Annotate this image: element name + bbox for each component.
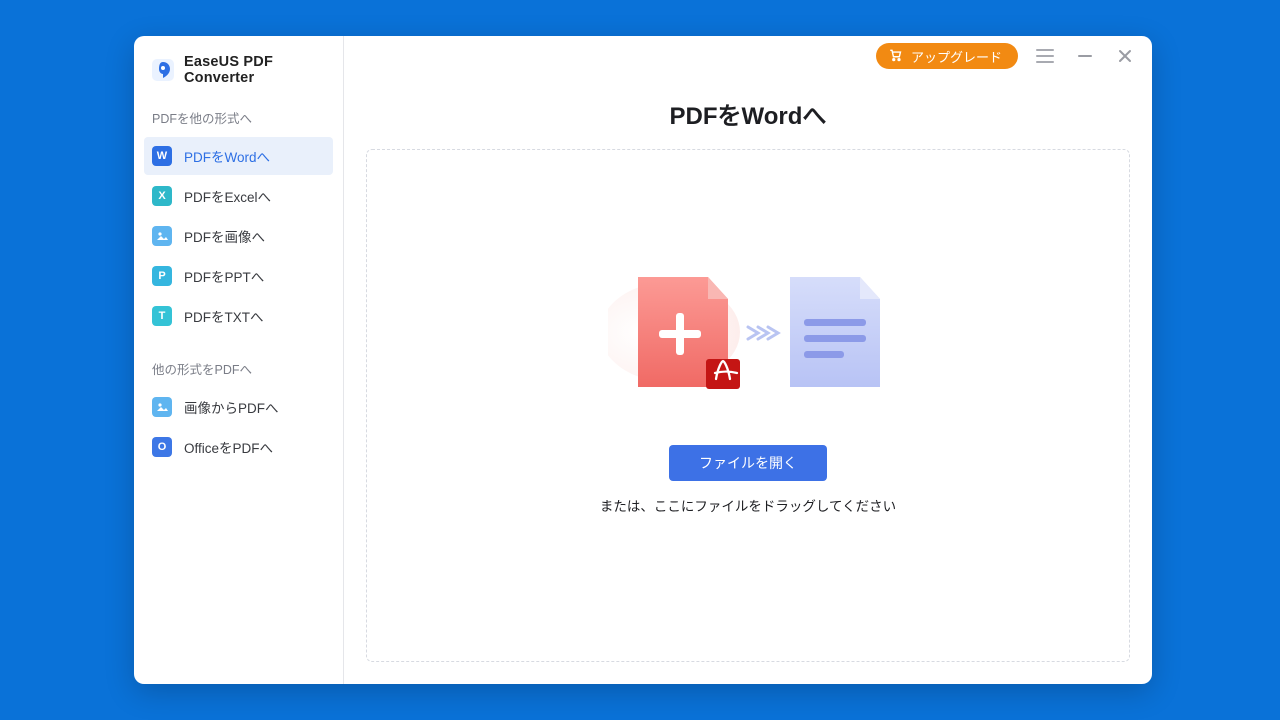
drop-zone[interactable]: ファイルを開く または、ここにファイルをドラッグしてください	[366, 149, 1130, 662]
sidebar-item-label: PDFを画像へ	[184, 226, 265, 246]
sidebar-item-pdf-to-image[interactable]: PDFを画像へ	[144, 217, 333, 255]
app-title: EaseUS PDF Converter	[184, 54, 325, 86]
sidebar-item-label: OfficeをPDFへ	[184, 437, 273, 457]
app-window: EaseUS PDF Converter PDFを他の形式へ W PDFをWor…	[134, 36, 1152, 684]
upgrade-label: アップグレード	[911, 47, 1002, 66]
cart-icon	[888, 48, 903, 65]
page-title: PDFをWordへ	[344, 96, 1152, 131]
sidebar-item-label: PDFをPPTへ	[184, 266, 264, 286]
main-area: アップグレード PDFをWordへ	[344, 36, 1152, 684]
image-icon	[152, 397, 172, 417]
office-icon: O	[152, 437, 172, 457]
minimize-button[interactable]	[1072, 43, 1098, 69]
sidebar-list-1: W PDFをWordへ X PDFをExcelへ PDFを画像へ P PDFをP…	[134, 137, 343, 335]
sidebar-item-pdf-to-txt[interactable]: T PDFをTXTへ	[144, 297, 333, 335]
titlebar: アップグレード	[344, 36, 1152, 76]
hamburger-menu-button[interactable]	[1032, 43, 1058, 69]
sidebar-section-2-header: 他の形式をPDFへ	[134, 351, 343, 388]
sidebar-item-pdf-to-word[interactable]: W PDFをWordへ	[144, 137, 333, 175]
app-logo-icon	[152, 59, 174, 81]
sidebar-item-pdf-to-excel[interactable]: X PDFをExcelへ	[144, 177, 333, 215]
sidebar-item-office-to-pdf[interactable]: O OfficeをPDFへ	[144, 428, 333, 466]
ppt-icon: P	[152, 266, 172, 286]
drop-hint-text: または、ここにファイルをドラッグしてください	[600, 495, 896, 515]
sidebar-item-label: PDFをWordへ	[184, 146, 270, 166]
word-icon: W	[152, 146, 172, 166]
close-button[interactable]	[1112, 43, 1138, 69]
sidebar-item-image-to-pdf[interactable]: 画像からPDFへ	[144, 388, 333, 426]
open-file-label: ファイルを開く	[699, 453, 797, 473]
brand: EaseUS PDF Converter	[134, 36, 343, 100]
sidebar-item-pdf-to-ppt[interactable]: P PDFをPPTへ	[144, 257, 333, 295]
sidebar-item-label: PDFをExcelへ	[184, 186, 271, 206]
sidebar: EaseUS PDF Converter PDFを他の形式へ W PDFをWor…	[134, 36, 344, 684]
sidebar-section-1-header: PDFを他の形式へ	[134, 100, 343, 137]
upgrade-button[interactable]: アップグレード	[876, 43, 1018, 69]
txt-icon: T	[152, 306, 172, 326]
open-file-button[interactable]: ファイルを開く	[669, 445, 827, 481]
conversion-illustration-icon	[608, 267, 888, 397]
image-icon	[152, 226, 172, 246]
sidebar-item-label: PDFをTXTへ	[184, 306, 264, 326]
excel-icon: X	[152, 186, 172, 206]
sidebar-list-2: 画像からPDFへ O OfficeをPDFへ	[134, 388, 343, 466]
sidebar-item-label: 画像からPDFへ	[184, 397, 279, 417]
